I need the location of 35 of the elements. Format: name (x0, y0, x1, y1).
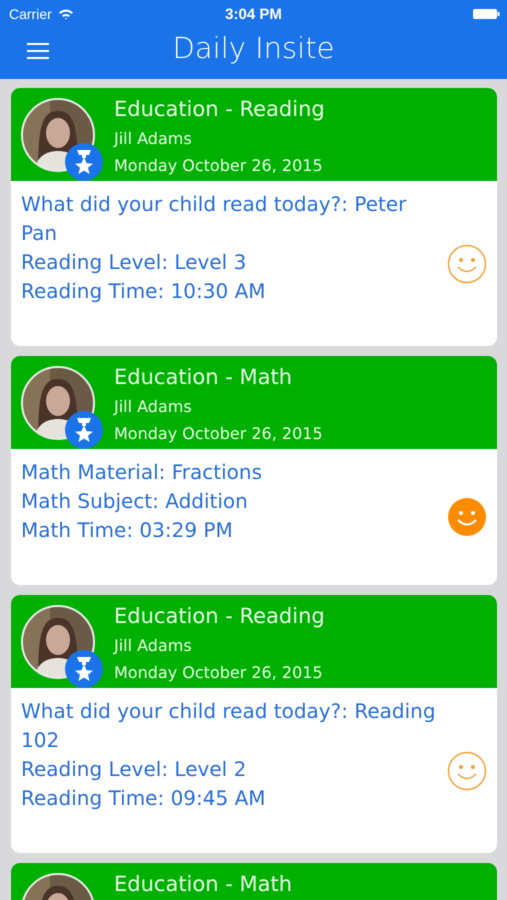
entry-title: Education - Reading (114, 97, 325, 121)
smiley-icon[interactable] (447, 750, 487, 790)
entry-detail: Math Material: Fractions (21, 459, 263, 486)
battery-icon (473, 8, 500, 20)
entry-detail: Reading Time: 10:30 AM (21, 278, 267, 305)
wifi-icon (58, 8, 74, 20)
award-badge-icon (65, 411, 103, 449)
entry-detail: What did your child read today?: Reading 102 (21, 698, 437, 754)
entry-detail: Reading Level: Level 3 (21, 249, 248, 276)
award-badge-icon (65, 143, 103, 181)
entry-card[interactable]: Education - Math (11, 863, 497, 900)
entry-title: Education - Reading (114, 604, 325, 628)
entry-detail: Math Subject: Addition (21, 488, 249, 515)
entry-detail: Reading Level: Level 2 (21, 756, 248, 783)
award-badge-icon (65, 650, 103, 688)
carrier-label: Carrier (9, 6, 52, 22)
entry-detail: What did your child read today?: Peter Pan (21, 191, 408, 247)
entry-card[interactable]: Education - Reading Jill Adams Monday October 26, 2015 What did your child read today?: Peter Pan Reading Level: Level 3 Reading Time: 10:30 AM (11, 88, 497, 346)
child-name: Jill Adams (114, 128, 193, 150)
child-name: Jill Adams (114, 396, 193, 418)
child-name: Jill Adams (114, 635, 193, 657)
menu-icon[interactable] (27, 42, 49, 60)
entry-detail: Math Time: 03:29 PM (21, 517, 234, 544)
entry-card[interactable]: Education - Math Jill Adams Monday October 26, 2015 Math Material: Fractions Math Subject: Addition Math Time: 03:29 PM (11, 356, 497, 585)
screen-title: Daily Insite (172, 30, 334, 64)
status-time: 3:04 PM (225, 6, 282, 22)
smiley-icon[interactable] (447, 244, 487, 284)
entry-title: Education - Math (114, 872, 292, 896)
entry-title: Education - Math (114, 365, 294, 389)
entry-card[interactable]: Education - Reading Jill Adams Monday October 26, 2015 What did your child read today?: Reading 102 Reading Level: Level 2 Reading Time: 09:45 AM (11, 595, 497, 853)
entry-date: Monday October 26, 2015 (114, 155, 324, 177)
entry-date: Monday October 26, 2015 (114, 423, 323, 445)
entry-date: Monday October 26, 2015 (114, 662, 324, 684)
entry-detail: Reading Time: 09:45 AM (21, 785, 267, 812)
smiley-icon[interactable] (447, 497, 487, 537)
